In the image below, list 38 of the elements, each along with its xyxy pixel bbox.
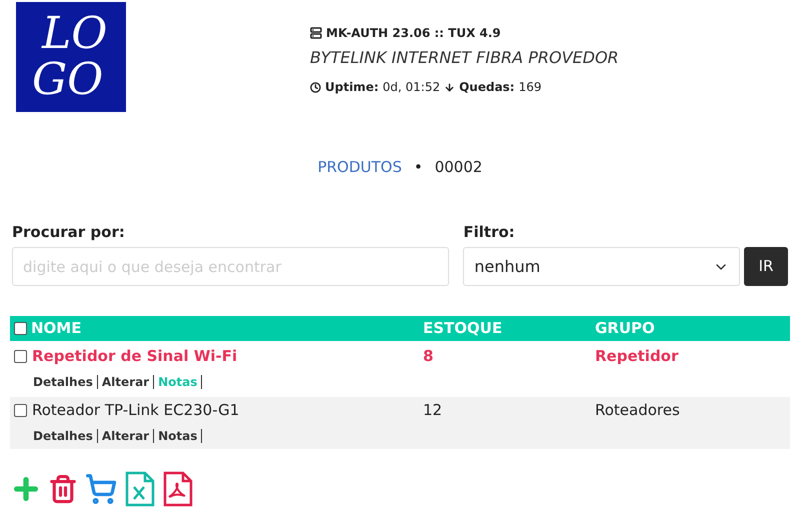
product-name: Repetidor de Sinal Wi-Fi bbox=[32, 346, 238, 367]
clock-icon bbox=[310, 82, 321, 92]
uptime-label: Uptime: bbox=[325, 79, 379, 96]
stock-cell-text: 12 bbox=[423, 400, 444, 421]
logo: LO GO bbox=[16, 2, 126, 112]
drops-label: Quedas: bbox=[459, 79, 515, 96]
product-name: Roteador TP-Link EC230-G1 bbox=[32, 400, 240, 421]
column-header: GRUPO bbox=[595, 318, 655, 340]
filter-select[interactable]: nenhum bbox=[463, 247, 740, 286]
system-version: MK-AUTH 23.06 :: TUX 4.9 bbox=[326, 25, 501, 42]
filter-label: Filtro: bbox=[463, 222, 516, 242]
row-checkbox[interactable] bbox=[14, 404, 27, 416]
row-action-link[interactable]: Alterar bbox=[102, 373, 150, 391]
go-button[interactable]: IR bbox=[744, 247, 788, 286]
search-label: Procurar por: bbox=[12, 222, 126, 242]
products-link[interactable]: PRODUTOS bbox=[318, 156, 402, 178]
pdf-file-icon[interactable] bbox=[162, 471, 194, 507]
stock-cell-text: 8 bbox=[423, 346, 434, 367]
excel-file-icon[interactable] bbox=[124, 471, 156, 507]
trash-icon[interactable] bbox=[48, 473, 78, 505]
cart-icon[interactable] bbox=[84, 473, 118, 505]
column-header: NOME bbox=[31, 318, 82, 340]
product-count: 00002 bbox=[434, 157, 482, 178]
row-action-link[interactable]: Notas bbox=[158, 427, 198, 445]
row-checkbox[interactable] bbox=[14, 350, 27, 362]
group-cell-text: Repetidor bbox=[595, 346, 678, 367]
provider-name: BYTELINK INTERNET FIBRA PROVEDOR bbox=[310, 47, 619, 69]
select-all-checkbox[interactable] bbox=[14, 322, 27, 335]
drops-value: 169 bbox=[518, 79, 542, 96]
row-action-link[interactable]: Alterar bbox=[102, 427, 150, 445]
separator: • bbox=[414, 157, 423, 178]
column-header: ESTOQUE bbox=[423, 318, 504, 340]
down-arrow-icon bbox=[444, 82, 456, 92]
group-cell-text: Roteadores bbox=[595, 400, 680, 421]
server-icon bbox=[310, 27, 322, 39]
row-action-link[interactable]: Detalhes bbox=[33, 373, 93, 391]
row-action-link[interactable]: Detalhes bbox=[33, 427, 93, 445]
uptime-value: 0d, 01:52 bbox=[382, 79, 440, 96]
